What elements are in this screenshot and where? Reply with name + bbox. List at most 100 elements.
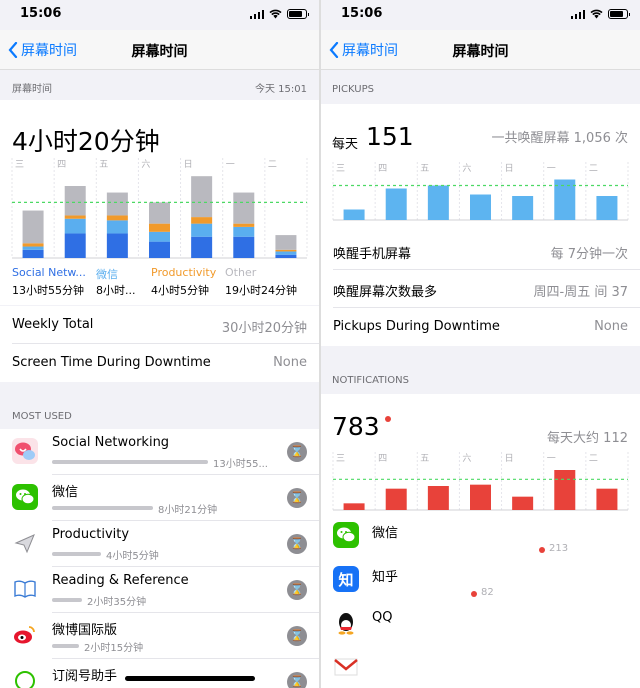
notifications-average: 每天大约 112 (547, 431, 628, 446)
notification-app-row[interactable] (321, 650, 640, 688)
usage-bar-chart[interactable]: 三四五六日一二 (0, 158, 319, 260)
bar (470, 484, 491, 510)
downtime-row[interactable]: Screen Time During Downtime None (0, 344, 319, 382)
hourglass-icon[interactable]: ⌛ (287, 488, 307, 508)
status-bar: 15:06 (321, 0, 640, 30)
most-used-label: MOST USED (12, 411, 72, 422)
app-usage-row[interactable]: 订阅号助手 ⌛ (0, 659, 319, 688)
bar-segment (275, 251, 297, 255)
bar-segment (233, 192, 255, 224)
status-bar: 15:06 (0, 0, 319, 30)
signal-icon (249, 10, 264, 19)
hourglass-icon[interactable]: ⌛ (287, 626, 307, 646)
legend-value: 4小时5分钟 (151, 284, 209, 297)
bar-segment (149, 202, 170, 224)
bar-segment (149, 223, 170, 232)
bar (427, 185, 449, 220)
day-tick-label: 二 (268, 160, 277, 170)
most-pickups-row[interactable]: 唤醒屏幕次数最多 周四-周五 间 37 (321, 270, 640, 308)
app-name: Reading & Reference (52, 573, 189, 588)
paper-plane-icon (12, 530, 38, 556)
bar-segment (22, 243, 44, 247)
day-tick-label: 五 (420, 164, 429, 174)
notifications-card[interactable]: 783 每天大约 112 三 四 五 六 日 一 二 微信 213 知知乎 82 QQ (321, 394, 640, 688)
hourglass-icon[interactable]: ⌛ (287, 672, 307, 688)
nav-title: 屏幕时间 (131, 44, 188, 60)
pickups-prefix: 每天 (332, 137, 359, 152)
wake-row[interactable]: 唤醒手机屏幕 每 7分钟一次 (321, 232, 640, 270)
day-tick-label: 一 (547, 454, 556, 464)
bar-segment (64, 215, 86, 219)
weekly-total-row[interactable]: Weekly Total 30小时20分钟 (0, 306, 319, 344)
day-tick-label: 五 (420, 454, 429, 464)
signal-icon (570, 10, 585, 19)
pickups-pane: 15:06 屏幕时间 屏幕时间 PICKUPS 每天 151 一共唤醒屏幕 1,… (321, 0, 640, 688)
section-label: 屏幕时间 (12, 84, 52, 95)
legend-name: 微信 (96, 268, 118, 281)
app-name: 微信 (372, 526, 399, 541)
legend-value: 13小时55分钟 (12, 284, 84, 297)
pickups-value: 151 (366, 122, 414, 151)
weibo-icon (12, 622, 38, 648)
wifi-icon (269, 9, 282, 19)
legend-value: 8小时... (96, 284, 136, 297)
app-name: 订阅号助手 (52, 669, 118, 684)
app-name: Productivity (52, 527, 130, 542)
usage-legend: Social Netw... 13小时55分钟 微信 8小时... Productivi… (12, 266, 312, 300)
app-usage-row[interactable]: Reading & Reference 2小时35分钟 ⌛ (0, 567, 319, 613)
app-usage-time: 13小时55... (213, 459, 268, 470)
notification-count: 82 (481, 587, 494, 598)
pickups-downtime-label: Pickups During Downtime (333, 319, 500, 334)
hourglass-icon[interactable]: ⌛ (287, 442, 307, 462)
bar-segment (64, 233, 86, 258)
bar (512, 496, 534, 510)
home-indicator[interactable] (125, 676, 255, 681)
legend-name: Social Netw... (12, 266, 86, 279)
most-pickups-value: 周四-周五 间 37 (533, 285, 629, 300)
notification-app-row[interactable]: QQ (321, 606, 640, 650)
bar-segment (106, 233, 128, 258)
app-usage-row[interactable]: Productivity 4小时5分钟 ⌛ (0, 521, 319, 567)
count-dot (471, 591, 477, 597)
wifi-icon (590, 9, 603, 19)
legend-name: Productivity (151, 266, 217, 279)
app-usage-row[interactable]: 微博国际版 2小时15分钟 ⌛ (0, 613, 319, 659)
most-used-list: Social Networking 13小时55... ⌛ 微信 8小时21分钟 ⌛ Pro… (0, 429, 319, 688)
pickups-bar-chart[interactable]: 三四五六日一二 (321, 162, 640, 222)
pickups-card[interactable]: 每天 151 一共唤醒屏幕 1,056 次 三 四 五 六 日 一 二 (321, 104, 640, 232)
legend-value: 19小时24分钟 (225, 284, 297, 297)
wechat-icon (333, 522, 359, 548)
bar-segment (106, 215, 128, 221)
app-usage-row[interactable]: 微信 8小时21分钟 ⌛ (0, 475, 319, 521)
bar-segment (22, 210, 44, 244)
bar-segment (275, 249, 297, 252)
pickups-label: PICKUPS (332, 84, 374, 95)
day-tick-label: 五 (99, 160, 108, 170)
nav-title: 屏幕时间 (452, 44, 509, 60)
legend-name: Other (225, 266, 257, 279)
total-usage: 4小时20分钟 (12, 127, 160, 156)
bar (343, 209, 365, 220)
day-tick-label: 六 (462, 452, 471, 464)
app-usage-time: 8小时21分钟 (158, 505, 218, 516)
pickups-downtime-row[interactable]: Pickups During Downtime None (321, 308, 640, 346)
usage-bar (52, 552, 101, 556)
bar-segment (22, 249, 44, 258)
app-name: 微信 (52, 485, 79, 500)
notification-app-row[interactable]: 微信 213 (321, 518, 640, 562)
bar-segment (191, 217, 213, 224)
day-tick-label: 四 (378, 164, 387, 174)
hourglass-icon[interactable]: ⌛ (287, 534, 307, 554)
bar (385, 188, 407, 220)
hourglass-icon[interactable]: ⌛ (287, 580, 307, 600)
social-networking-icon (12, 438, 38, 464)
usage-card[interactable]: 4小时20分钟 三 四 五 六 日 一 二 Social Netw... 13小时55分钟 微信… (0, 100, 319, 305)
notifications-bar-chart[interactable]: 三四五六日一二 (321, 452, 640, 512)
notification-app-row[interactable]: 知知乎 82 (321, 562, 640, 606)
day-tick-label: 日 (505, 163, 514, 174)
app-usage-row[interactable]: Social Networking 13小时55... ⌛ (0, 429, 319, 475)
status-icons (570, 9, 630, 19)
day-tick-label: 一 (547, 164, 556, 174)
bar-segment (275, 254, 297, 258)
day-tick-label: 日 (184, 159, 193, 170)
